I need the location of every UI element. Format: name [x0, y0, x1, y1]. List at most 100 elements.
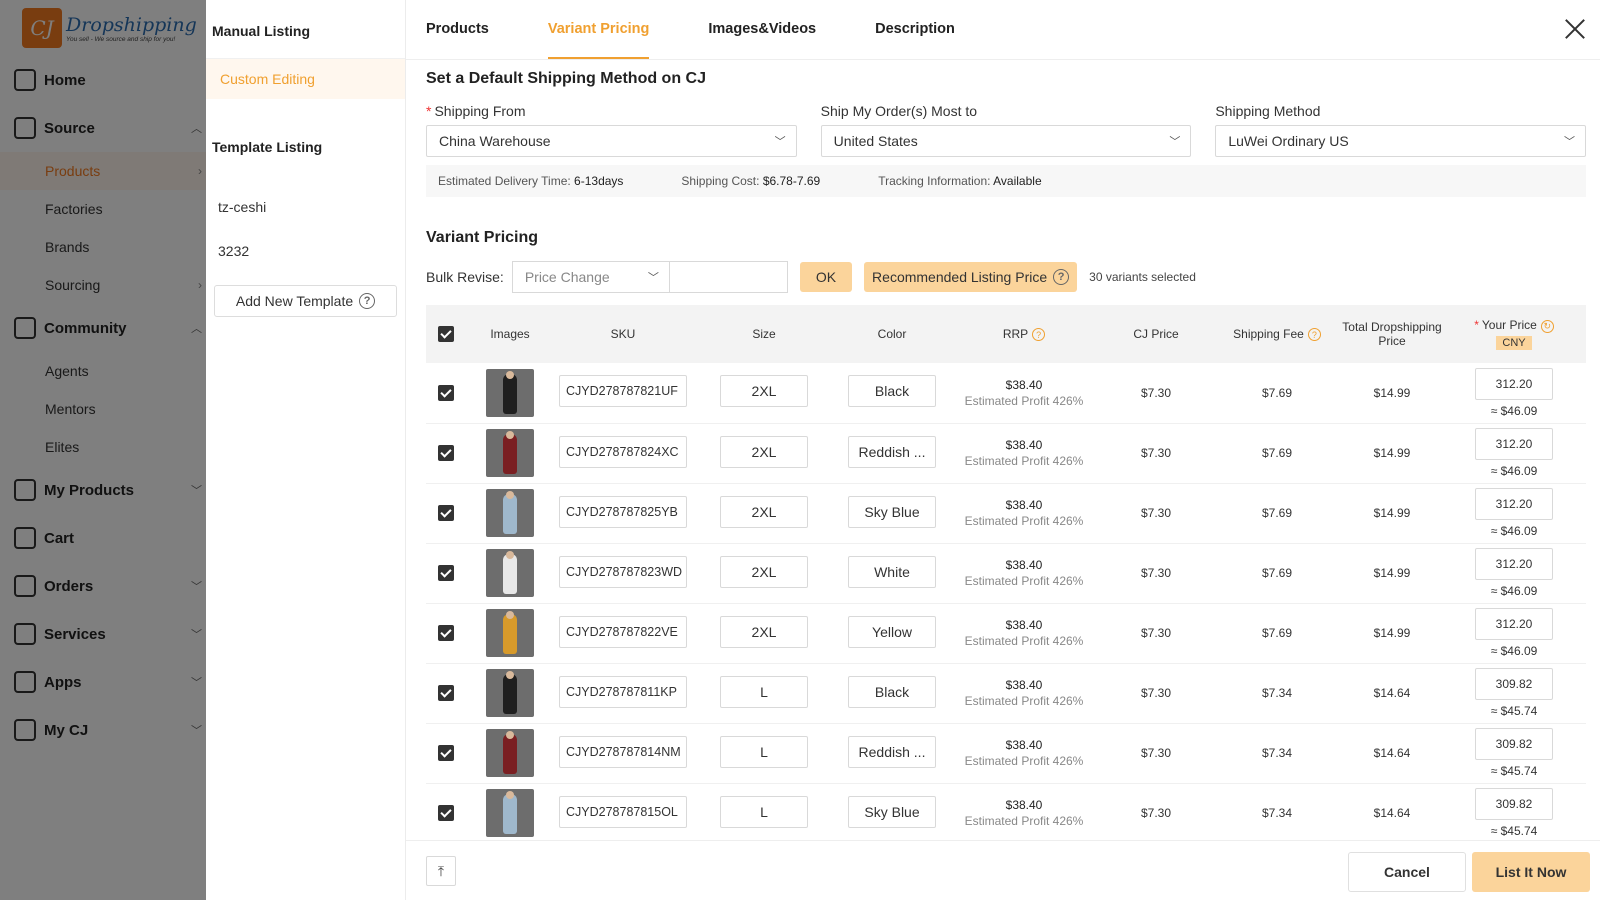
custom-editing-item[interactable]: Custom Editing — [206, 59, 405, 99]
row-checkbox[interactable] — [438, 625, 454, 641]
nav-community[interactable]: Community ︿ — [0, 304, 206, 352]
product-thumbnail[interactable] — [486, 669, 534, 717]
variant-pricing-title: Variant Pricing — [426, 229, 539, 246]
color-field[interactable]: Black — [848, 675, 936, 708]
row-checkbox[interactable] — [438, 445, 454, 461]
nav-agents[interactable]: Agents — [0, 352, 206, 390]
total-price-value: $14.99 — [1373, 385, 1411, 400]
your-price-input[interactable]: 309.82 — [1475, 728, 1553, 760]
your-price-input[interactable]: 309.82 — [1475, 668, 1553, 700]
color-field[interactable]: Yellow — [848, 615, 936, 648]
size-field[interactable]: 2XL — [720, 555, 808, 588]
size-field[interactable]: L — [720, 675, 808, 708]
your-price-input[interactable]: 312.20 — [1475, 548, 1553, 580]
nav-home[interactable]: Home — [0, 56, 206, 104]
drawer-footer: ⤒ Cancel List It Now — [406, 840, 1600, 900]
list-it-now-button[interactable]: List It Now — [1472, 852, 1590, 892]
product-thumbnail[interactable] — [486, 429, 534, 477]
nav-cart[interactable]: Cart — [0, 514, 206, 562]
shipping-method-select[interactable]: LuWei Ordinary US ﹀ — [1215, 125, 1586, 157]
product-thumbnail[interactable] — [486, 489, 534, 537]
row-checkbox[interactable] — [438, 505, 454, 521]
nav-my-products[interactable]: My Products ﹀ — [0, 466, 206, 514]
brand-logo[interactable]: CJ Dropshipping You sell - We source and… — [0, 0, 206, 56]
chevron-down-icon: ﹀ — [191, 677, 202, 689]
sku-field[interactable]: CJYD278787822VE — [559, 615, 687, 648]
price-change-select[interactable]: Price Change ﹀ — [511, 261, 670, 293]
color-field[interactable]: Sky Blue — [848, 795, 936, 828]
shipping-from-select[interactable]: China Warehouse ﹀ — [426, 125, 797, 157]
refresh-icon[interactable]: ↻ — [1540, 319, 1554, 333]
sku-field[interactable]: CJYD278787814NM — [559, 735, 687, 768]
size-field[interactable]: L — [720, 795, 808, 828]
nav-elites[interactable]: Elites — [0, 428, 206, 466]
help-icon[interactable]: ? — [1032, 328, 1046, 342]
row-checkbox[interactable] — [438, 565, 454, 581]
nav-mentors[interactable]: Mentors — [0, 390, 206, 428]
nav-sourcing[interactable]: Sourcing › — [0, 266, 206, 304]
tab-variant-pricing[interactable]: Variant Pricing — [547, 21, 650, 59]
size-field[interactable]: 2XL — [720, 615, 808, 648]
size-field[interactable]: 2XL — [720, 435, 808, 468]
nav-products[interactable]: Products › — [0, 152, 206, 190]
recommended-price-button[interactable]: Recommended Listing Price? — [864, 262, 1078, 292]
ship-to-select[interactable]: United States ﹀ — [820, 125, 1192, 157]
product-thumbnail[interactable] — [486, 368, 534, 417]
template-item[interactable]: 3232 — [206, 229, 405, 273]
product-thumbnail[interactable] — [486, 789, 534, 837]
size-field[interactable]: 2XL — [720, 375, 808, 408]
tab-products[interactable]: Products — [426, 21, 489, 59]
tab-images-videos[interactable]: Images&Videos — [708, 21, 816, 59]
your-price-input[interactable]: 309.82 — [1475, 788, 1553, 820]
help-icon[interactable]: ? — [359, 293, 376, 309]
total-price-value: $14.99 — [1373, 506, 1411, 520]
table-row: CJYD278787822VE 2XL Yellow $38.40 Estimat… — [426, 603, 1586, 663]
your-price-input[interactable]: 312.20 — [1475, 428, 1553, 460]
sku-field[interactable]: CJYD278787811KP — [559, 675, 687, 708]
color-field[interactable]: Sky Blue — [848, 495, 936, 528]
total-price-value: $14.99 — [1373, 446, 1411, 460]
back-to-top-icon[interactable]: ⤒ — [426, 856, 456, 886]
color-field[interactable]: Reddish ... — [848, 735, 936, 768]
nav-source[interactable]: Source ︿ — [0, 104, 206, 152]
tab-description[interactable]: Description — [875, 21, 955, 59]
nav-apps[interactable]: Apps ﹀ — [0, 658, 206, 706]
sku-field[interactable]: CJYD278787821UF — [559, 375, 687, 408]
size-field[interactable]: L — [720, 735, 808, 768]
your-price-input[interactable]: 312.20 — [1475, 488, 1553, 520]
color-field[interactable]: White — [848, 555, 936, 588]
nav-services[interactable]: Services ﹀ — [0, 610, 206, 658]
cancel-button[interactable]: Cancel — [1348, 852, 1466, 892]
row-checkbox[interactable] — [438, 685, 454, 701]
product-thumbnail[interactable] — [486, 549, 534, 597]
add-new-template-button[interactable]: Add New Template ? — [214, 285, 397, 317]
close-icon[interactable] — [1564, 18, 1586, 40]
sku-field[interactable]: CJYD278787825YB — [559, 495, 687, 528]
bulk-value-input[interactable] — [669, 261, 788, 293]
select-all-checkbox[interactable] — [438, 326, 454, 342]
nav-brands[interactable]: Brands — [0, 228, 206, 266]
nav-orders[interactable]: Orders ﹀ — [0, 562, 206, 610]
your-price-usd: ≈ $46.09 — [1490, 464, 1538, 478]
product-thumbnail[interactable] — [486, 729, 534, 777]
nav-factories[interactable]: Factories — [0, 190, 206, 228]
sku-field[interactable]: CJYD278787824XC — [559, 435, 687, 468]
your-price-input[interactable]: 312.20 — [1475, 367, 1553, 400]
row-checkbox[interactable] — [438, 384, 454, 401]
your-price-input[interactable]: 312.20 — [1475, 608, 1553, 640]
ok-button[interactable]: OK — [799, 262, 853, 292]
sku-field[interactable]: CJYD278787815OL — [559, 795, 687, 828]
row-checkbox[interactable] — [438, 745, 454, 761]
nav-my-cj[interactable]: My CJ ﹀ — [0, 706, 206, 754]
cart-icon — [14, 527, 36, 549]
table-row: CJYD278787811KP L Black $38.40 Estimated … — [426, 663, 1586, 723]
sku-field[interactable]: CJYD278787823WD — [559, 555, 687, 588]
rrp-value: $38.40 — [1005, 377, 1043, 392]
color-field[interactable]: Reddish ... — [848, 435, 936, 468]
color-field[interactable]: Black — [848, 375, 936, 408]
product-thumbnail[interactable] — [486, 609, 534, 657]
help-icon[interactable]: ? — [1307, 328, 1321, 342]
row-checkbox[interactable] — [438, 805, 454, 821]
template-item[interactable]: tz-ceshi — [206, 185, 405, 229]
size-field[interactable]: 2XL — [720, 495, 808, 528]
